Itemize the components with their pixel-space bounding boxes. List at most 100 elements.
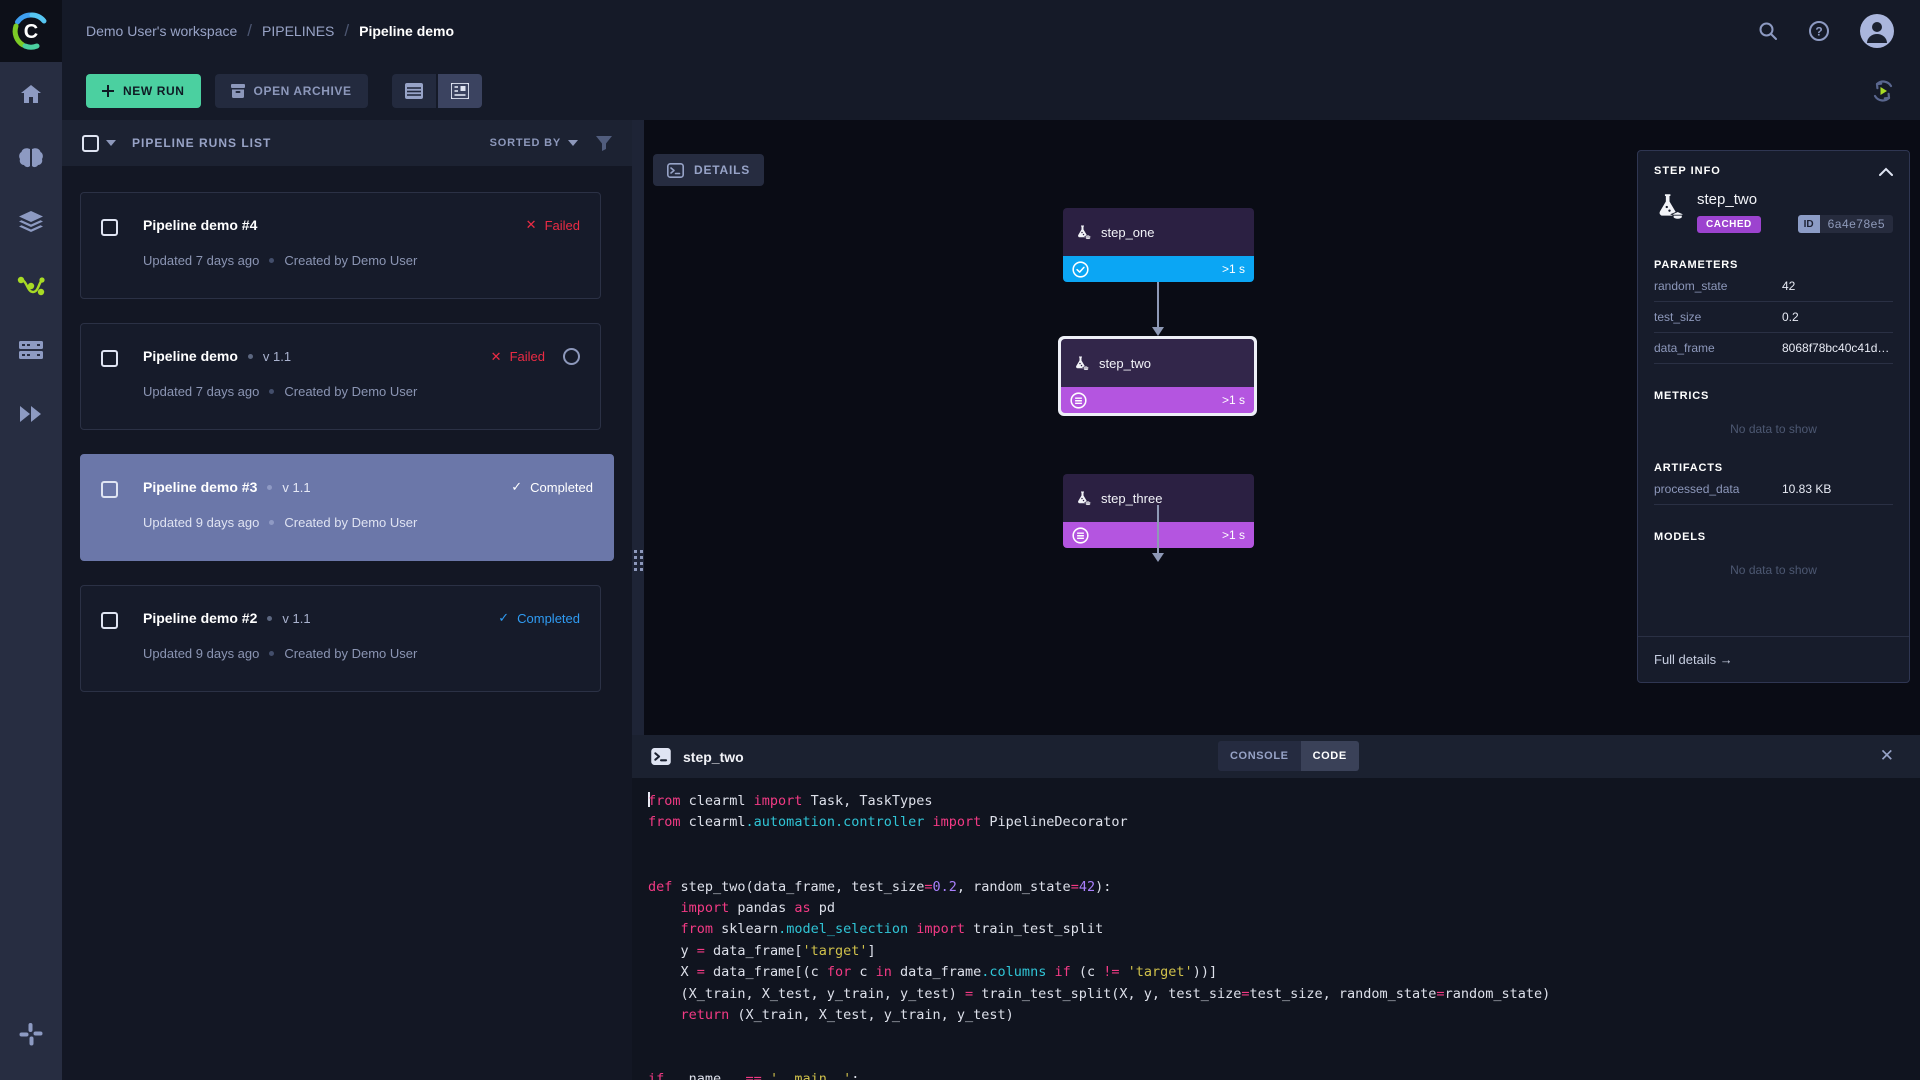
- chevron-up-icon: [1879, 167, 1893, 176]
- select-all-checkbox[interactable]: [82, 134, 116, 152]
- clearml-logo[interactable]: C: [0, 0, 62, 62]
- open-archive-button[interactable]: OPEN ARCHIVE: [214, 74, 368, 108]
- code-line: y = data_frame['target']: [648, 942, 876, 959]
- sidebar-item-slack[interactable]: [0, 1002, 62, 1066]
- run-version: v 1.1: [282, 479, 311, 495]
- sidebar-item-home[interactable]: [0, 62, 62, 126]
- run-title: Pipeline demo #2: [143, 610, 258, 626]
- key-value-row: test_size 0.2: [1654, 302, 1893, 333]
- metrics-section-title: METRICS: [1654, 390, 1710, 402]
- code-viewer[interactable]: from clearml import Task, TaskTypes from …: [632, 778, 1920, 1080]
- run-status-badge: ✕ Failed: [526, 217, 580, 233]
- pipelines-icon: [17, 276, 45, 296]
- parameters-section-title: PARAMETERS: [1654, 259, 1739, 271]
- tab-code[interactable]: CODE: [1300, 741, 1359, 771]
- parameters-rows: random_state 42 test_size 0.2 data_frame 8068…: [1654, 271, 1893, 364]
- run-status-label: Failed: [509, 349, 545, 364]
- meta-dot: [269, 389, 275, 394]
- code-line: import pandas as pd: [680, 900, 835, 917]
- details-button[interactable]: DETAILS: [653, 154, 765, 186]
- new-run-button[interactable]: NEW RUN: [86, 74, 201, 108]
- table-view-button[interactable]: [391, 74, 436, 108]
- pipeline-step-node[interactable]: step_two >1 s: [1061, 339, 1254, 413]
- node-label: step_three: [1101, 490, 1163, 506]
- run-checkbox[interactable]: [101, 219, 118, 236]
- step-info-panel: STEP INFO step_two CACHED ID 6a4e78e5 PA…: [1637, 150, 1910, 683]
- status-ring-icon: [563, 348, 580, 365]
- key-value-row: data_frame 8068f78bc40c41d…: [1654, 333, 1893, 364]
- collapse-panel-button[interactable]: [1879, 167, 1893, 176]
- code-line: return (X_train, X_test, y_train, y_test…: [680, 1007, 1014, 1024]
- breadcrumb-pipelines[interactable]: PIPELINES: [262, 23, 334, 39]
- step-id[interactable]: ID 6a4e78e5: [1797, 215, 1893, 233]
- svg-text:C: C: [24, 21, 38, 43]
- version-dot: [267, 484, 273, 490]
- step-name: step_two: [1697, 191, 1758, 208]
- run-checkbox[interactable]: [101, 481, 118, 498]
- help-icon[interactable]: ?: [1808, 20, 1830, 42]
- run-created-by: Created by Demo User: [284, 646, 418, 661]
- pipeline-run-card[interactable]: Pipeline demo #4 Updated 7 days ago Create…: [80, 192, 601, 299]
- full-details-link[interactable]: Full details →: [1638, 636, 1909, 682]
- sorted-by-dropdown[interactable]: SORTED BY: [490, 137, 578, 149]
- cached-circle-icon: [1070, 391, 1087, 409]
- panel-resize-handle[interactable]: [632, 120, 644, 735]
- breadcrumb-separator: /: [247, 21, 253, 40]
- pipeline-run-card[interactable]: Pipeline demo #3 v 1.1 Updated 9 days ago C…: [80, 454, 614, 561]
- detail-view-button[interactable]: [437, 74, 482, 108]
- top-header: C Demo User's workspace / PIPELINES / Pi…: [0, 0, 1920, 62]
- flask-icon: [1075, 224, 1092, 241]
- metrics-empty-text: No data to show: [1730, 422, 1817, 436]
- close-icon[interactable]: ✕: [1880, 746, 1894, 766]
- user-avatar[interactable]: [1860, 14, 1894, 48]
- pipeline-run-card[interactable]: Pipeline demo v 1.1 Updated 7 days ago Crea…: [80, 323, 601, 430]
- left-sidebar: [0, 62, 62, 1080]
- check-icon: ✓: [498, 610, 510, 625]
- sidebar-item-datasets[interactable]: [0, 190, 62, 254]
- sidebar-item-reports[interactable]: [0, 382, 62, 446]
- tab-console[interactable]: CONSOLE: [1218, 741, 1301, 771]
- run-checkbox[interactable]: [101, 350, 118, 367]
- selected-node-outline: step_two >1 s: [1058, 336, 1257, 416]
- parameter-name: random_state: [1654, 279, 1728, 293]
- node-label: step_one: [1101, 224, 1155, 240]
- id-label: ID: [1797, 215, 1820, 233]
- parameter-value: 0.2: [1782, 310, 1799, 324]
- sidebar-item-projects[interactable]: [0, 126, 62, 190]
- view-toggle: [391, 74, 482, 108]
- home-icon: [21, 85, 41, 103]
- step-detail-bottom-panel: step_two CONSOLE CODE ✕ from clearml impo…: [632, 735, 1920, 1080]
- run-checkbox[interactable]: [101, 612, 118, 629]
- clearml-logo-icon: C: [12, 12, 47, 50]
- code-line: from clearml import Task, TaskTypes: [648, 792, 933, 809]
- archive-icon: [230, 84, 245, 98]
- sidebar-item-workers-queues[interactable]: [0, 318, 62, 382]
- run-title: Pipeline demo: [143, 348, 238, 364]
- sidebar-item-pipelines[interactable]: [0, 254, 62, 318]
- code-line: def step_two(data_frame, test_size=0.2, …: [648, 878, 1112, 895]
- run-version: v 1.1: [282, 610, 311, 626]
- completed-icon: [1072, 260, 1089, 278]
- auto-refresh-button[interactable]: [1870, 78, 1896, 104]
- models-section-title: MODELS: [1654, 531, 1706, 543]
- run-status-label: Failed: [544, 217, 580, 233]
- pipeline-run-card[interactable]: Pipeline demo #2 v 1.1 Updated 9 days ago C…: [80, 585, 601, 692]
- run-meta: Updated 9 days ago Created by Demo User: [143, 515, 417, 530]
- code-line: from sklearn.model_selection import trai…: [680, 921, 1104, 938]
- console-code-tabs: CONSOLE CODE: [1218, 741, 1359, 771]
- search-icon[interactable]: [1758, 21, 1778, 41]
- drag-grip-icon: [633, 550, 643, 571]
- filter-icon[interactable]: [596, 135, 612, 151]
- node-status-bar: >1 s: [1063, 256, 1254, 282]
- breadcrumb-workspace[interactable]: Demo User's workspace: [86, 23, 237, 39]
- run-title-row: Pipeline demo #2 v 1.1: [143, 610, 311, 626]
- terminal-icon: [667, 162, 684, 178]
- pipeline-step-node[interactable]: step_one >1 s: [1063, 208, 1254, 282]
- run-updated: Updated 7 days ago: [143, 384, 260, 399]
- node-header: step_two: [1061, 339, 1254, 387]
- flask-icon: [1076, 356, 1090, 370]
- step-info-title: STEP INFO: [1654, 165, 1721, 177]
- artifacts-rows: processed_data 10.83 KB: [1654, 474, 1893, 505]
- bottom-panel-header: step_two CONSOLE CODE ✕: [632, 735, 1920, 778]
